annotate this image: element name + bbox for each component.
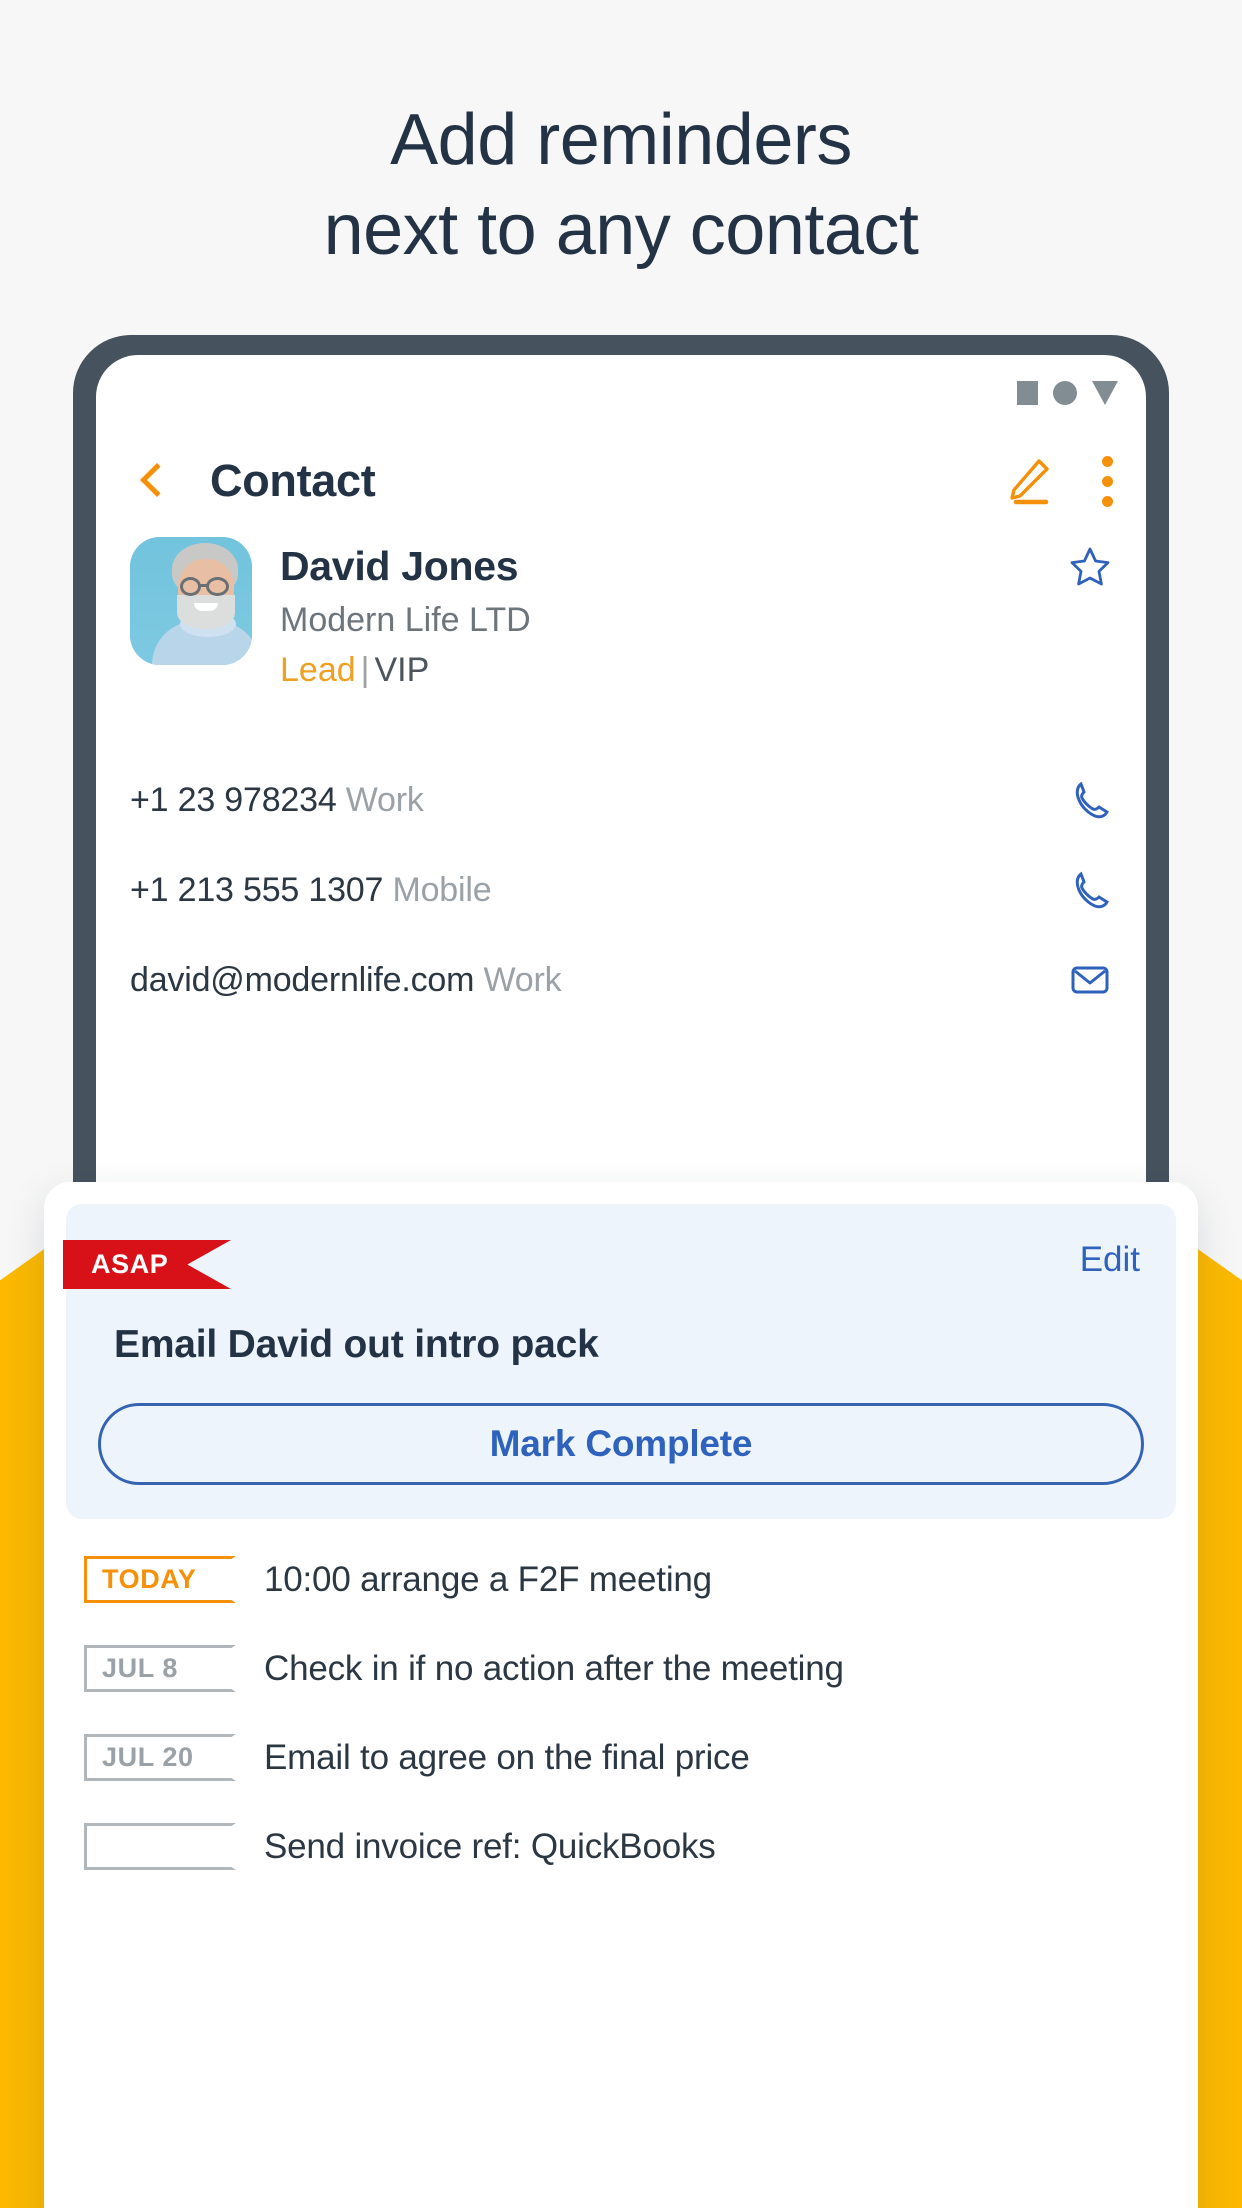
envelope-icon[interactable]	[1068, 958, 1112, 1002]
app-bar-title: Contact	[210, 455, 376, 506]
contact-detail-rows: +1 23 978234 Work +1 213 555 1307 Mobile	[96, 755, 1146, 1025]
reminder-text: Email to agree on the final price	[264, 1737, 750, 1777]
contact-company: Modern Life LTD	[280, 601, 531, 639]
reminder-date-label: JUL 20	[102, 1742, 194, 1772]
contact-name: David Jones	[280, 543, 519, 589]
contact-row-value: +1 23 978234	[130, 780, 337, 819]
reminder-date-tag[interactable]: JUL 20	[84, 1734, 236, 1781]
contact-tag-separator: |	[360, 651, 370, 689]
reminder-text: Check in if no action after the meeting	[264, 1648, 844, 1688]
contact-tag-lead: Lead	[280, 651, 356, 689]
contact-row-label: Work	[483, 960, 562, 999]
reminders-card: ASAP Edit Email David out intro pack Mar…	[44, 1182, 1198, 2208]
task-panel-header: ASAP Edit	[63, 1204, 1176, 1289]
status-bar	[1017, 381, 1118, 405]
contact-row-phone-work[interactable]: +1 23 978234 Work	[130, 755, 1112, 845]
pencil-icon[interactable]	[1002, 455, 1054, 507]
edit-task-link[interactable]: Edit	[1080, 1240, 1140, 1280]
priority-badge: ASAP	[63, 1240, 231, 1289]
star-outline-icon[interactable]	[1068, 545, 1112, 589]
screenshot-root: Add reminders next to any contact Contac…	[0, 0, 1242, 2208]
contact-tags: Lead | VIP	[280, 651, 1068, 690]
reminder-date-label: JUL 8	[102, 1653, 179, 1683]
triangle-down-icon	[1092, 381, 1118, 405]
phone-icon[interactable]	[1068, 778, 1112, 822]
app-bar: Contact	[96, 433, 1146, 529]
priority-badge-label: ASAP	[91, 1249, 169, 1279]
kebab-menu-icon[interactable]	[1100, 455, 1114, 507]
task-title: Email David out intro pack	[114, 1323, 599, 1366]
contact-row-value: david@modernlife.com	[130, 960, 475, 999]
contact-header: David Jones Modern Life LTD Lead | VIP	[96, 537, 1146, 690]
headline-line-2: next to any contact	[323, 190, 919, 270]
headline-line-1: Add reminders	[390, 100, 852, 180]
list-item[interactable]: JUL 20 Email to agree on the final price	[66, 1713, 1176, 1802]
contact-meta: David Jones Modern Life LTD Lead | VIP	[280, 537, 1068, 690]
avatar	[130, 537, 252, 665]
reminder-date-tag[interactable]: TODAY	[84, 1556, 236, 1603]
reminder-text: 10:00 arrange a F2F meeting	[264, 1559, 712, 1599]
page-title: Add reminders next to any contact	[0, 95, 1242, 275]
phone-icon[interactable]	[1068, 868, 1112, 912]
reminder-date-tag[interactable]	[84, 1823, 236, 1870]
contact-row-value: +1 213 555 1307	[130, 870, 384, 909]
mark-complete-button[interactable]: Mark Complete	[98, 1403, 1144, 1485]
list-item[interactable]: JUL 8 Check in if no action after the me…	[66, 1624, 1176, 1713]
square-icon	[1017, 381, 1038, 405]
contact-row-label: Mobile	[392, 870, 492, 909]
list-item[interactable]: Send invoice ref: QuickBooks	[66, 1802, 1176, 1891]
contact-row-label: Work	[345, 780, 424, 819]
reminder-text: Send invoice ref: QuickBooks	[264, 1826, 716, 1866]
app-bar-actions	[1002, 455, 1114, 507]
contact-row-email-work[interactable]: david@modernlife.com Work	[130, 935, 1112, 1025]
reminder-date-label: TODAY	[102, 1564, 197, 1594]
circle-icon	[1053, 381, 1077, 405]
contact-tag-vip: VIP	[374, 651, 430, 689]
reminder-date-tag[interactable]: JUL 8	[84, 1645, 236, 1692]
active-task-panel: ASAP Edit Email David out intro pack Mar…	[63, 1204, 1176, 1519]
reminder-list: TODAY 10:00 arrange a F2F meeting JUL 8 …	[66, 1535, 1176, 1891]
contact-row-phone-mobile[interactable]: +1 213 555 1307 Mobile	[130, 845, 1112, 935]
list-item[interactable]: TODAY 10:00 arrange a F2F meeting	[66, 1535, 1176, 1624]
chevron-left-icon[interactable]	[134, 464, 168, 498]
